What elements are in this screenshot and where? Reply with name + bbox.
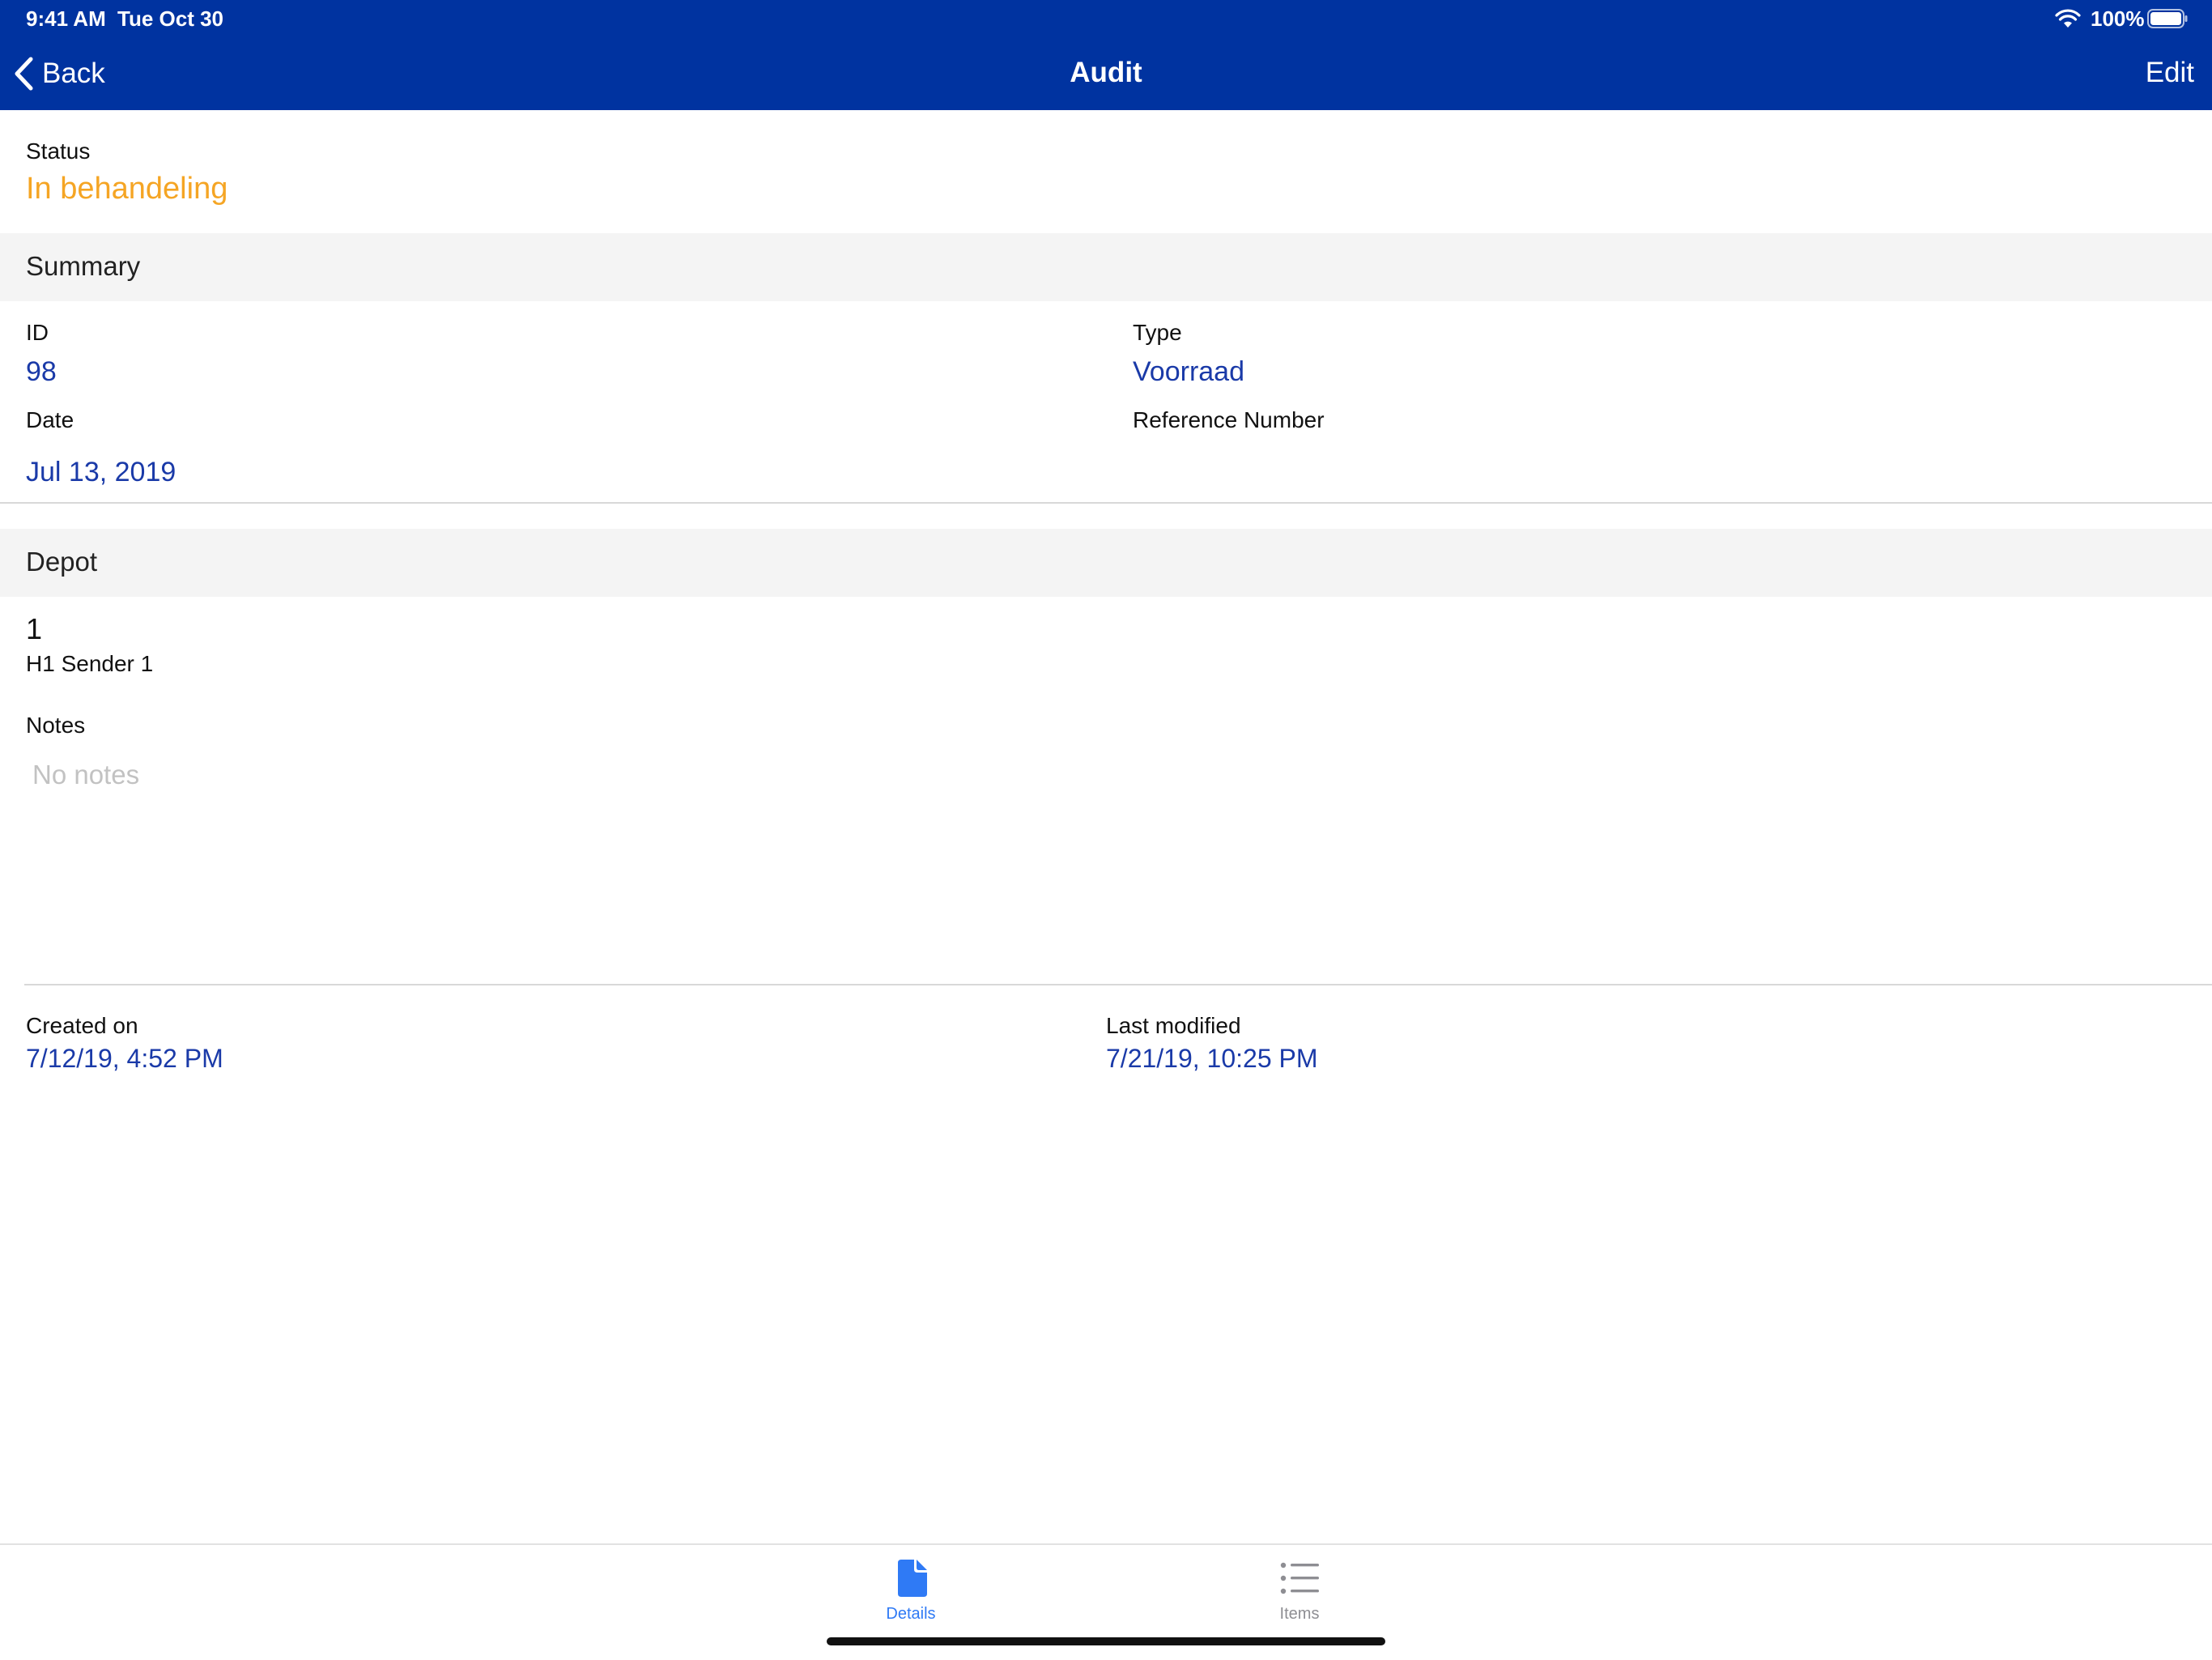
navigation-bar: 9:41 AM Tue Oct 30 100% Back Audit Edit <box>0 0 2212 110</box>
depot-section-header: Depot <box>0 529 2212 597</box>
id-label: ID <box>26 320 49 345</box>
battery-percentage: 100% <box>2091 6 2145 31</box>
depot-code: 1 <box>26 612 43 645</box>
notes-field[interactable]: No notes <box>26 748 2188 959</box>
date-label: Date <box>26 407 74 432</box>
list-icon <box>1280 1562 1319 1594</box>
notes-divider <box>24 984 2212 985</box>
status-label: Status <box>26 138 91 164</box>
summary-section-header: Summary <box>0 233 2212 301</box>
home-indicator[interactable] <box>827 1637 1385 1645</box>
notes-placeholder: No notes <box>32 760 140 790</box>
page-title: Audit <box>1070 57 1142 88</box>
status-date: Tue Oct 30 <box>117 6 224 31</box>
status-time: 9:41 AM <box>26 6 106 31</box>
document-icon <box>898 1560 927 1597</box>
id-value: 98 <box>26 356 57 387</box>
type-value: Voorraad <box>1133 356 1244 387</box>
depot-section-title: Depot <box>26 547 98 577</box>
last-modified-label: Last modified <box>1106 1013 1241 1038</box>
tab-details[interactable]: Details <box>830 1560 992 1632</box>
summary-divider <box>0 502 2212 504</box>
depot-name: H1 Sender 1 <box>26 651 154 676</box>
date-value[interactable]: Jul 13, 2019 <box>26 457 176 488</box>
last-modified-value: 7/21/19, 10:25 PM <box>1106 1044 1318 1073</box>
wifi-icon <box>2055 9 2081 28</box>
battery-icon <box>2147 9 2188 28</box>
created-on-value: 7/12/19, 4:52 PM <box>26 1044 223 1073</box>
reference-number-label: Reference Number <box>1133 407 1325 432</box>
type-label: Type <box>1133 320 1182 345</box>
tab-details-label: Details <box>886 1605 936 1623</box>
tab-items[interactable]: Items <box>1219 1560 1380 1632</box>
reference-number-field[interactable] <box>1133 447 2185 492</box>
tab-items-label: Items <box>1279 1605 1320 1623</box>
created-on-label: Created on <box>26 1013 138 1038</box>
status-value: In behandeling <box>26 172 228 206</box>
summary-section-title: Summary <box>26 251 141 281</box>
edit-button[interactable]: Edit <box>2146 57 2194 89</box>
notes-label: Notes <box>26 713 86 738</box>
